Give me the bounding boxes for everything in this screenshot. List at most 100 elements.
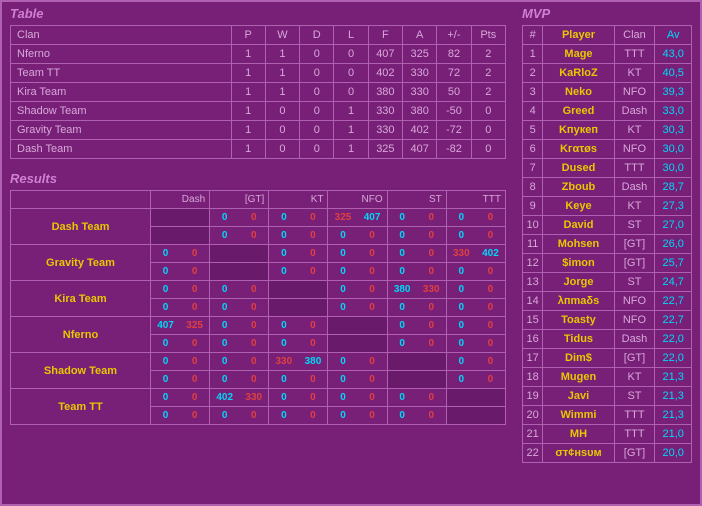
- standings-cell: Shadow Team: [11, 102, 232, 121]
- results-cell: 00: [446, 353, 505, 371]
- standings-cell: Kira Team: [11, 83, 232, 102]
- results-cell: 00: [269, 263, 328, 281]
- mvp-cell: MH: [543, 425, 614, 444]
- mvp-row: 18MugenKT21,3: [523, 368, 692, 387]
- mvp-cell: Jorge: [543, 273, 614, 292]
- results-cell: 00: [387, 263, 446, 281]
- mvp-cell: 24,7: [655, 273, 692, 292]
- standings-cell: 2: [471, 83, 505, 102]
- mvp-cell: 21: [523, 425, 543, 444]
- mvp-cell: Neko: [543, 83, 614, 102]
- mvp-cell: 8: [523, 178, 543, 197]
- standings-row: Shadow Team1001330380-500: [11, 102, 506, 121]
- mvp-cell: Toasty: [543, 311, 614, 330]
- results-cell: 00: [269, 227, 328, 245]
- standings-cell: 0: [300, 83, 334, 102]
- standings-cell: 1: [334, 102, 368, 121]
- results-col-header: [GT]: [210, 191, 269, 209]
- standings-cell: 0: [265, 102, 299, 121]
- results-cell: 00: [210, 317, 269, 335]
- results-cell: 00: [210, 209, 269, 227]
- mvp-cell: 10: [523, 216, 543, 235]
- mvp-cell: 13: [523, 273, 543, 292]
- results-cell: 00: [446, 281, 505, 299]
- results-row: Nferno40732500000000: [11, 317, 506, 335]
- standings-header: Pts: [471, 26, 505, 45]
- mvp-cell: 9: [523, 197, 543, 216]
- results-cell: 325407: [328, 209, 387, 227]
- results-cell: 00: [446, 335, 505, 353]
- standings-cell: 0: [334, 64, 368, 83]
- standings-cell: 1: [231, 45, 265, 64]
- results-cell: 00: [387, 299, 446, 317]
- results-cell: 00: [387, 335, 446, 353]
- mvp-header: Clan: [614, 26, 655, 45]
- results-cell: 00: [210, 299, 269, 317]
- standings-panel: Table ClanPWDLFA+/-PtsNferno110040732582…: [2, 2, 514, 167]
- standings-cell: 407: [403, 140, 437, 159]
- results-cell: 00: [446, 371, 505, 389]
- mvp-header: Player: [543, 26, 614, 45]
- results-cell: 00: [151, 299, 210, 317]
- standings-table: ClanPWDLFA+/-PtsNferno1100407325822Team …: [10, 25, 506, 159]
- mvp-cell: 33,0: [655, 102, 692, 121]
- mvp-table: #PlayerClanAv1MageTTT43,02KaRloZKT40,53N…: [522, 25, 692, 463]
- mvp-cell: Dash: [614, 102, 655, 121]
- mvp-cell: Dash: [614, 178, 655, 197]
- standings-cell: 325: [403, 45, 437, 64]
- mvp-row: 17Dim$[GT]22,0: [523, 349, 692, 368]
- mvp-row: 8ZboubDash28,7: [523, 178, 692, 197]
- standings-header: P: [231, 26, 265, 45]
- mvp-cell: Dim$: [543, 349, 614, 368]
- mvp-cell: 12: [523, 254, 543, 273]
- mvp-cell: 14: [523, 292, 543, 311]
- mvp-row: 3NekoNFO39,3: [523, 83, 692, 102]
- results-table: Dash[GT]KTNFOSTTTTDash Team0000325407000…: [10, 190, 506, 425]
- mvp-cell: Kпукеп: [543, 121, 614, 140]
- mvp-row: 11Mohsen[GT]26,0: [523, 235, 692, 254]
- results-cell: 00: [210, 407, 269, 425]
- mvp-cell: 21,3: [655, 406, 692, 425]
- mvp-cell: Mage: [543, 45, 614, 64]
- results-cell: 00: [387, 245, 446, 263]
- results-team-label: Shadow Team: [11, 353, 151, 389]
- standings-row: Team TT1100402330722: [11, 64, 506, 83]
- mvp-cell: Mugen: [543, 368, 614, 387]
- standings-row: Dash Team1001325407-820: [11, 140, 506, 159]
- results-cell: 00: [328, 353, 387, 371]
- mvp-row: 7DusedTTT30,0: [523, 159, 692, 178]
- mvp-row: 4GreedDash33,0: [523, 102, 692, 121]
- standings-header: L: [334, 26, 368, 45]
- standings-cell: 402: [403, 121, 437, 140]
- standings-cell: 1: [231, 64, 265, 83]
- mvp-cell: David: [543, 216, 614, 235]
- mvp-cell: 6: [523, 140, 543, 159]
- mvp-cell: Tidus: [543, 330, 614, 349]
- results-panel: Results Dash[GT]KTNFOSTTTTDash Team00003…: [2, 167, 514, 433]
- mvp-cell: Zboub: [543, 178, 614, 197]
- mvp-cell: TTT: [614, 45, 655, 64]
- standings-cell: 0: [300, 102, 334, 121]
- mvp-panel: MVP #PlayerClanAv1MageTTT43,02KaRloZKT40…: [514, 2, 700, 471]
- results-cell: [269, 299, 328, 317]
- standings-cell: 407: [368, 45, 402, 64]
- mvp-cell: Dused: [543, 159, 614, 178]
- standings-cell: Team TT: [11, 64, 232, 83]
- standings-cell: 82: [437, 45, 471, 64]
- mvp-cell: [GT]: [614, 444, 655, 463]
- mvp-cell: 26,0: [655, 235, 692, 254]
- results-cell: 00: [210, 227, 269, 245]
- mvp-row: 1MageTTT43,0: [523, 45, 692, 64]
- standings-cell: 325: [368, 140, 402, 159]
- results-cell: 00: [151, 353, 210, 371]
- mvp-row: 16TidusDash22,0: [523, 330, 692, 349]
- standings-cell: 330: [368, 102, 402, 121]
- mvp-cell: 30,0: [655, 140, 692, 159]
- mvp-cell: 2: [523, 64, 543, 83]
- results-cell: [446, 389, 505, 407]
- mvp-cell: Keye: [543, 197, 614, 216]
- results-cell: 402330: [210, 389, 269, 407]
- results-cell: 00: [151, 335, 210, 353]
- mvp-row: 19JaviST21,3: [523, 387, 692, 406]
- mvp-row: 9KeyeKT27,3: [523, 197, 692, 216]
